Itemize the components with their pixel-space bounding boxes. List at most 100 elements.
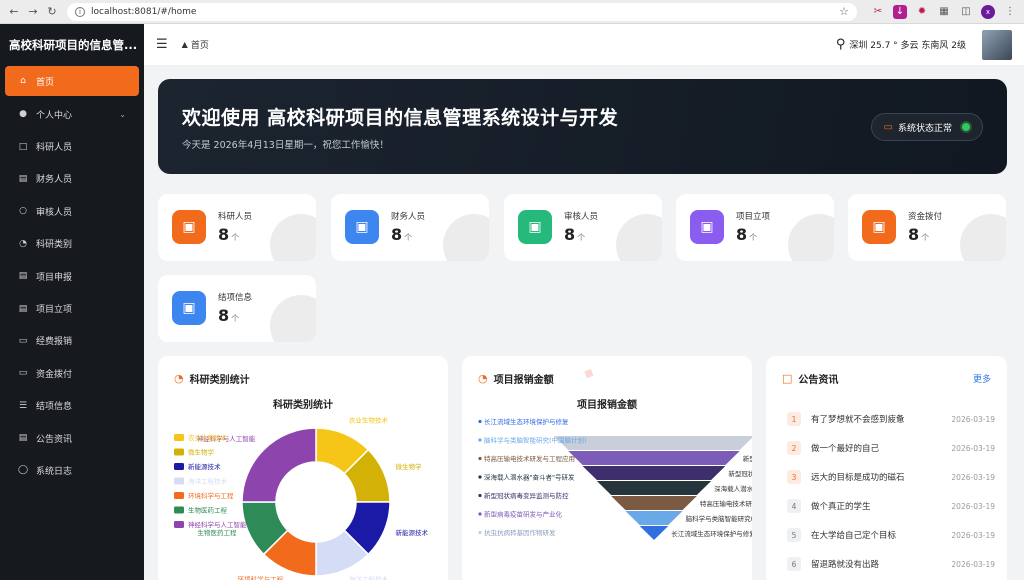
profile-avatar-icon[interactable]: x [981,4,995,19]
card-decoration [960,214,1006,261]
bookmark-star-icon[interactable]: ☆ [839,5,849,18]
legend-swatch [174,492,184,499]
stat-card-fund-allocation[interactable]: ▣ 资金拨付 8个 [848,194,1006,261]
sidebar-item-closure-info[interactable]: ☰ 结项信息 [0,390,144,422]
legend-label: 长江流域生态环境保护与修复 [484,417,569,426]
notice-item[interactable]: 2 做一个最好的自己 2026-03-19 [787,438,995,458]
legend-swatch [478,456,482,461]
forward-icon[interactable]: → [25,4,41,20]
avatar[interactable] [982,29,1012,60]
panel-title: □ 公告资讯 [782,371,838,386]
legend-label: 新能源技术 [188,462,221,471]
presentation-icon: ▣ [518,210,552,244]
stat-value: 8个 [218,306,239,325]
stat-label: 科研人员 [218,212,253,222]
menu-toggle-icon[interactable]: ☰ [156,37,168,52]
stat-number: 8 [391,225,403,244]
doc-icon: ▤ [18,271,28,282]
sidebar-item-researchers[interactable]: □ 科研人员 [0,130,144,162]
stat-label: 项目立项 [736,212,771,222]
breadcrumb-current[interactable]: 首页 [191,38,209,51]
sidebar-item-research-category[interactable]: ◔ 科研类别 [0,228,144,260]
legend-label: 神经科学与人工智能 [188,520,247,529]
notice-date: 2026-03-19 [951,443,995,453]
notice-item[interactable]: 1 有了梦想就不会感到疲惫 2026-03-19 [787,409,995,429]
site-info-icon[interactable]: i [75,6,85,17]
sidebar-item-fund-allocation[interactable]: ▭ 资金拨付 [0,357,144,389]
sidebar-item-personal-center[interactable]: ● 个人中心 ⌄ [0,98,144,130]
legend-swatch [478,493,482,498]
sidebar-item-home[interactable]: ⌂ 首页 [5,66,139,96]
sidebar-item-label: 科研人员 [36,143,73,154]
stat-card-reviewers[interactable]: ▣ 审核人员 8个 [504,194,662,261]
legend-swatch [478,438,482,442]
category-pie-chart: 科研类别统计农业生物技术微生物学新能源技术海洋工程技术环境科学与工程生物医药工程… [174,398,428,580]
notice-date: 2026-03-19 [951,559,995,569]
panel-title: ◔ 项目报销金额 [478,371,554,386]
sidebar-item-project-application[interactable]: ▤ 项目申报 [0,260,144,292]
chat-icon: ○ [19,206,27,217]
home-icon: ▲ [181,40,188,49]
back-icon[interactable]: ← [6,4,22,20]
legend-swatch [174,521,184,528]
topbar: ☰ ▲ 首页 ⚲ 深圳 25.7 ° 多云 东南风 2级 [144,24,1024,66]
extension-scissors-icon[interactable]: ✂ [871,5,885,19]
sidebar-item-expense-reimbursement[interactable]: ▭ 经费报销 [0,325,144,357]
extension-download-icon[interactable]: ↓ [893,4,907,19]
extensions-puzzle-icon[interactable]: ▦ [937,5,951,19]
sidebar-item-label: 经费报销 [36,337,73,348]
stat-label: 审核人员 [564,212,599,222]
slice-label: 环境科学与工程 [238,574,284,580]
side-panel-icon[interactable]: ◫ [959,5,973,19]
address-bar[interactable]: i localhost:8081/#/home ☆ [67,2,857,21]
notice-title: 有了梦想就不会感到疲惫 [811,415,905,425]
sidebar: 高校科研项目的信息管... ⌂ 首页 ● 个人中心 ⌄ □ 科研人员 ▤ 财务人… [0,24,144,580]
sidebar-item-finance-staff[interactable]: ▤ 财务人员 [0,163,144,195]
expense-funnel-chart: 项目报销金额抗虫抗病转基因作物研发新型病毒疫苗研发与产业化新型冠状病毒变异监测与… [478,398,752,540]
legend-label: 生物医药工程 [188,506,228,515]
legend-swatch [174,434,184,441]
sidebar-item-label: 项目申报 [36,272,73,283]
stat-unit: 个 [577,233,586,242]
sidebar-item-system-log[interactable]: ◯ 系统日志 [0,454,144,486]
more-link[interactable]: 更多 [973,372,991,385]
notice-date: 2026-03-19 [951,414,995,424]
slice-label: 生物医药工程 [198,528,238,537]
legend-label: 海洋工程技术 [188,477,228,486]
welcome-title: 欢迎使用 高校科研项目的信息管理系统设计与开发 [182,107,619,129]
home-icon: ⌂ [20,76,26,86]
system-status-text: 系统状态正常 [897,123,952,134]
notice-item[interactable]: 4 做个真正的学生 2026-03-19 [787,496,995,516]
sidebar-item-label: 项目立项 [36,305,73,316]
stat-card-closure-info[interactable]: ▣ 结项信息 8个 [158,275,316,342]
card-decoration [270,295,316,342]
panel-title: ◔ 科研类别统计 [174,371,250,386]
notice-index: 2 [787,441,801,455]
stat-value: 8个 [391,225,412,244]
notice-item[interactable]: 3 远大的目标是成功的磁石 2026-03-19 [787,467,995,487]
wallet-icon: ▤ [18,173,28,184]
notice-item[interactable]: 5 在大学给自己定个目标 2026-03-19 [787,525,995,545]
notice-item[interactable]: 6 留退路就没有出路 2026-03-19 [787,554,995,574]
legend-swatch [478,475,482,479]
funnel-label: 新型病毒疫苗研发与产业化 [743,454,752,463]
sidebar-item-project-approval[interactable]: ▤ 项目立项 [0,292,144,324]
sidebar-item-label: 财务人员 [36,175,73,186]
stat-number: 8 [564,225,576,244]
extension-bug-icon[interactable]: ✹ [915,5,929,19]
funnel-label: 脑科学与类脑智能研究(中国脑计划) [686,514,752,523]
list-icon: ☰ [18,400,28,411]
browser-menu-icon[interactable]: ⋮ [1003,5,1017,19]
notice-index: 5 [787,528,801,542]
weather-widget: ⚲ 深圳 25.7 ° 多云 东南风 2级 [836,37,966,52]
stat-card-researchers[interactable]: ▣ 科研人员 8个 [158,194,316,261]
legend-label: 新型冠状病毒变异监测与防控 [484,491,569,500]
stat-card-project-approval[interactable]: ▣ 项目立项 8个 [676,194,834,261]
stat-unit: 个 [749,233,758,242]
doc-icon: ▤ [18,303,28,314]
sidebar-item-reviewers[interactable]: ○ 审核人员 [0,195,144,227]
notice-title: 在大学给自己定个目标 [811,531,897,541]
sidebar-item-announcements[interactable]: ▤ 公告资讯 [0,422,144,454]
stat-card-finance-staff[interactable]: ▣ 财务人员 8个 [331,194,489,261]
reload-icon[interactable]: ↻ [44,4,60,20]
